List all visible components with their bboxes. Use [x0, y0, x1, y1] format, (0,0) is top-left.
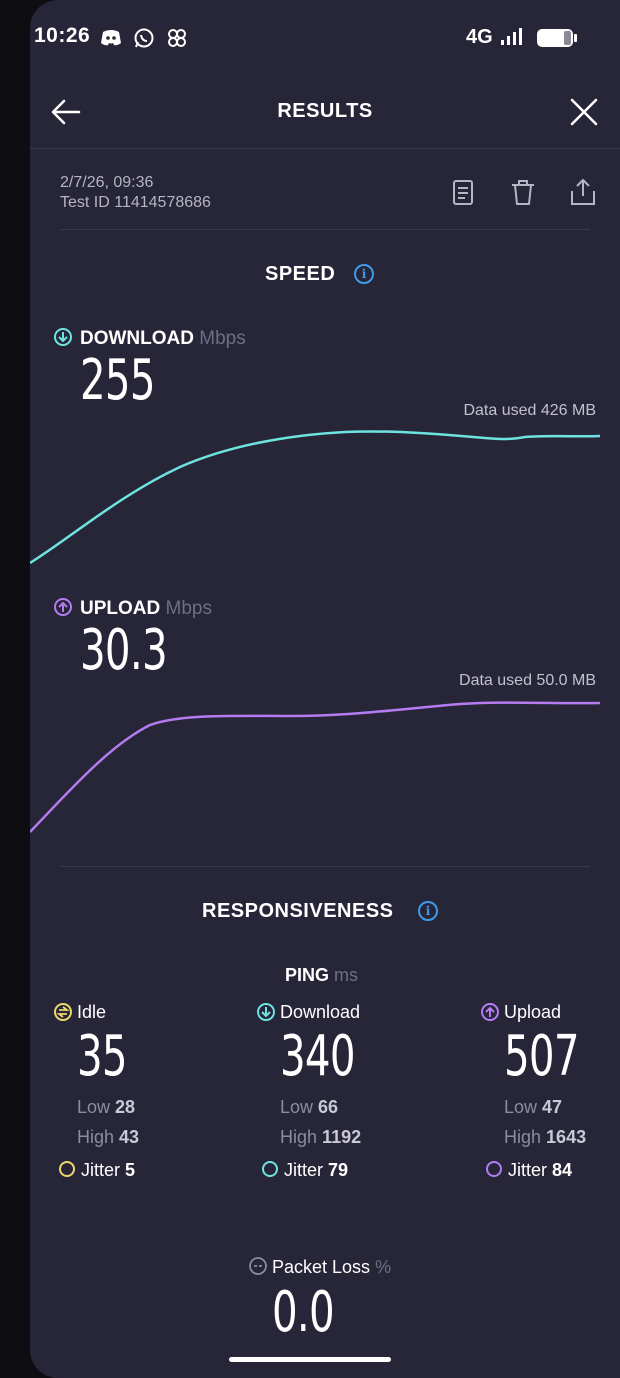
battery-icon	[537, 29, 577, 47]
ping-unit: ms	[334, 965, 359, 985]
ping-upload-jitter-value: 84	[552, 1160, 573, 1180]
responsiveness-info-icon[interactable]: i	[418, 901, 438, 921]
document-icon[interactable]	[451, 179, 475, 207]
ping-download-jitter-value: 79	[328, 1160, 349, 1180]
ping-upload-jitter-icon	[486, 1161, 502, 1177]
idle-label: Idle	[77, 1002, 107, 1022]
idle-value: 35	[77, 1024, 128, 1089]
ping-download-low-label: Low	[280, 1097, 314, 1117]
network-type: 4G	[466, 26, 493, 48]
ping-download-jitter-label: Jitter	[284, 1160, 324, 1180]
idle-high-value: 43	[119, 1127, 140, 1147]
speed-title: SPEED	[265, 263, 336, 285]
ping-download-high-value: 1192	[322, 1127, 362, 1147]
idle-icon	[54, 1003, 72, 1021]
download-arrow-icon	[54, 328, 72, 346]
idle-low-label: Low	[77, 1097, 111, 1117]
ping-download-high-label: High	[280, 1127, 318, 1147]
ping-upload-jitter-label: Jitter	[508, 1160, 548, 1180]
ping-upload-icon	[481, 1003, 499, 1021]
download-speed-graph	[30, 430, 601, 565]
ping-download-jitter-icon	[262, 1161, 278, 1177]
page-title: RESULTS	[277, 100, 373, 122]
speed-divider	[60, 866, 590, 867]
ping-upload-value: 507	[504, 1024, 580, 1089]
responsiveness-title: RESPONSIVENESS	[202, 900, 394, 922]
ping-upload-low-label: Low	[504, 1097, 538, 1117]
ping-upload-high-label: High	[504, 1127, 542, 1147]
ping-label: PING	[285, 965, 330, 985]
packet-loss-unit: %	[375, 1257, 392, 1277]
ping-upload-label: Upload	[504, 1002, 562, 1022]
ping-upload-low-value: 47	[542, 1097, 563, 1117]
upload-value: 30.3	[80, 618, 168, 683]
header-divider	[30, 148, 620, 149]
ping-download-low-value: 66	[318, 1097, 339, 1117]
status-time: 10:26	[34, 24, 91, 47]
signal-icon	[501, 28, 522, 45]
idle-jitter-value: 5	[125, 1160, 136, 1180]
close-icon[interactable]	[569, 97, 599, 127]
upload-data-used: Data used 50.0 MB	[459, 672, 596, 689]
packet-loss-icon	[249, 1257, 267, 1275]
idle-low-value: 28	[115, 1097, 136, 1117]
ping-download-label: Download	[280, 1002, 361, 1022]
upload-arrow-icon	[54, 598, 72, 616]
pinwheel-icon	[168, 29, 186, 47]
upload-unit: Mbps	[165, 598, 212, 619]
idle-jitter-label: Jitter	[81, 1160, 121, 1180]
idle-jitter-icon	[59, 1161, 75, 1177]
ping-upload-high-value: 1643	[546, 1127, 587, 1147]
test-date: 2/7/26, 09:36	[60, 174, 154, 191]
test-id: Test ID 11414578686	[60, 194, 211, 211]
speed-info-icon[interactable]: i	[354, 264, 374, 284]
share-icon[interactable]	[569, 177, 597, 207]
idle-high-label: High	[77, 1127, 115, 1147]
meta-divider	[60, 229, 590, 230]
packet-loss-value: 0.0	[272, 1280, 335, 1345]
ping-download-icon	[257, 1003, 275, 1021]
upload-label: UPLOAD	[80, 598, 161, 619]
results-screen: 10:26 4G RESULTS 2/7/26, 09:36 Test ID 1…	[30, 0, 620, 1378]
home-indicator[interactable]	[229, 1357, 391, 1362]
ping-download-value: 340	[280, 1024, 356, 1089]
whatsapp-icon	[134, 28, 154, 48]
upload-speed-graph	[30, 701, 601, 833]
download-label: DOWNLOAD	[80, 328, 194, 349]
discord-icon	[101, 30, 121, 46]
download-value: 255	[80, 348, 156, 413]
download-data-used: Data used 426 MB	[463, 402, 596, 419]
packet-loss-label: Packet Loss	[272, 1257, 371, 1277]
download-unit: Mbps	[199, 328, 246, 349]
trash-icon[interactable]	[510, 179, 536, 207]
